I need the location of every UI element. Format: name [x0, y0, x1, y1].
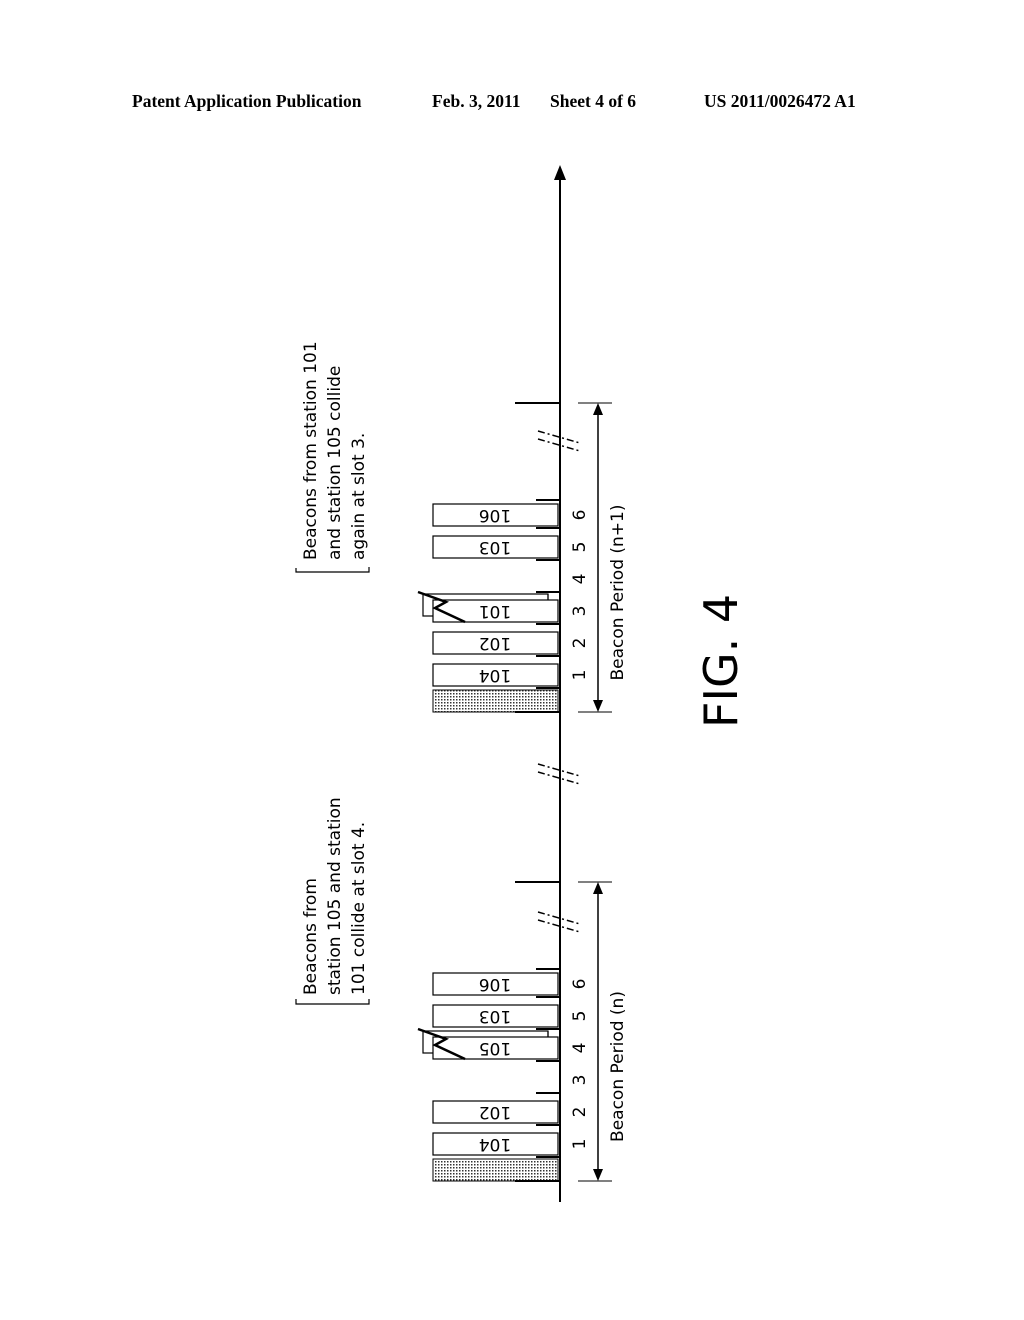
station-label: 105 [479, 1038, 511, 1058]
station-label: 102 [479, 1102, 511, 1122]
station-label: 104 [479, 1134, 511, 1154]
beacon-period-0: 104 1 102 2 101 3 4 103 5 106 6 Beacon Period (n+1) [417, 402, 628, 713]
annotation-upper-line-2: and station 105 collide [325, 366, 345, 560]
slot-number: 5 [570, 1011, 590, 1022]
slot-number: 2 [570, 638, 590, 649]
slot-number: 4 [570, 1043, 590, 1054]
station-label: 103 [479, 537, 511, 557]
beacon-header-block [432, 1158, 559, 1182]
slot-number: 5 [570, 542, 590, 553]
station-label: 106 [479, 505, 511, 525]
station-label: 101 [479, 601, 511, 621]
figure-label: FIG. 4 [694, 594, 748, 728]
annotation-lower-line-1: Beacons from [301, 878, 321, 995]
arrowhead-down-icon [593, 700, 603, 712]
slot-number: 6 [570, 510, 590, 521]
axis-arrowhead-icon [554, 165, 566, 180]
slot-number: 3 [570, 606, 590, 617]
station-label: 103 [479, 1006, 511, 1026]
annotation-lower-line-2: station 105 and station [325, 797, 345, 995]
annotation-upper-line-3: again at slot 3. [349, 433, 369, 560]
annotation-lower: Beacons from station 105 and station 101… [295, 797, 370, 1005]
figure-4-diagram: 104 1 102 2 101 3 4 103 5 106 6 Beacon Period (n+1)… [295, 165, 748, 1202]
annotation-lower-line-3: 101 collide at slot 4. [349, 822, 369, 995]
annotation-upper-line-1: Beacons from station 101 [301, 341, 321, 560]
beacon-header-block [432, 689, 559, 713]
slot-number: 2 [570, 1107, 590, 1118]
arrowhead-up-icon [593, 403, 603, 415]
beacon-period-1: 104 1 102 2 3 105 4 103 5 106 6 Beacon Period (n) [417, 881, 628, 1182]
slot-number: 1 [570, 670, 590, 681]
station-label: 102 [479, 633, 511, 653]
slot-number: 1 [570, 1139, 590, 1150]
station-label: 104 [479, 665, 511, 685]
arrowhead-down-icon [593, 1169, 603, 1181]
slot-number: 3 [570, 1075, 590, 1086]
beacon-period-label: Beacon Period (n+1) [608, 505, 628, 681]
slot-number: 4 [570, 574, 590, 585]
beacon-period-label: Beacon Period (n) [608, 991, 628, 1142]
annotation-upper: Beacons from station 101 and station 105… [295, 341, 370, 573]
station-label: 106 [479, 974, 511, 994]
arrowhead-up-icon [593, 882, 603, 894]
slot-number: 6 [570, 979, 590, 990]
